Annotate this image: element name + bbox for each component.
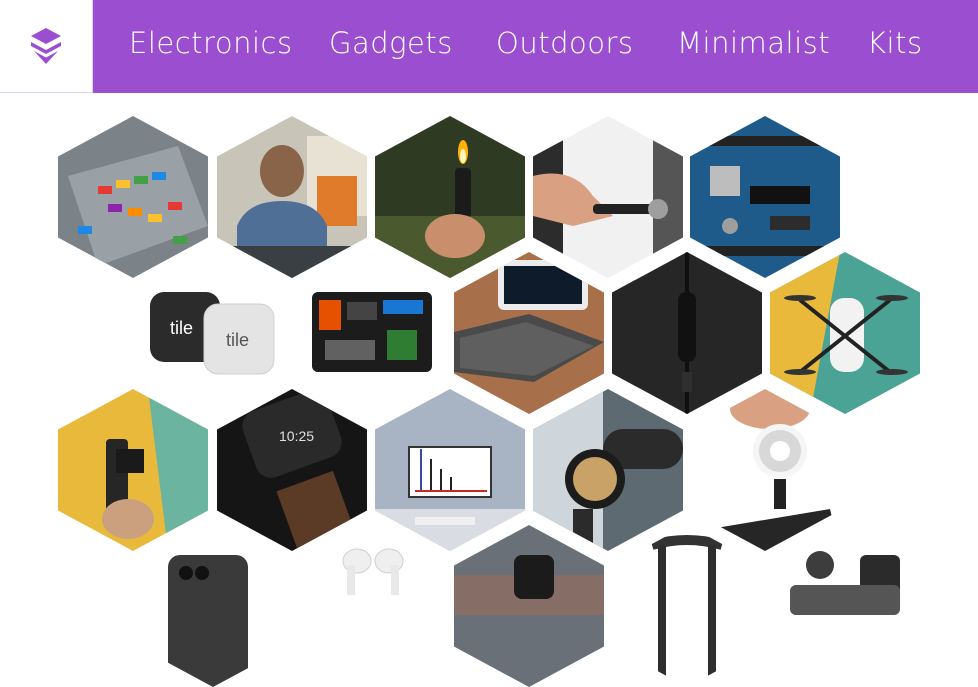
- product-tile-wireless-earbuds[interactable]: [297, 525, 447, 687]
- product-tile-wrist-smartwatch[interactable]: [454, 525, 604, 687]
- product-tile-cable-organizer[interactable]: [297, 252, 447, 414]
- foldable-keyboard-image: [454, 252, 604, 414]
- product-tile-charging-dock[interactable]: [770, 525, 920, 687]
- logo-button[interactable]: [0, 0, 93, 93]
- product-tile-foldable-keyboard[interactable]: [454, 252, 604, 414]
- product-tile-lego-building-plate[interactable]: [58, 116, 208, 278]
- layered-stack-icon: [31, 28, 61, 64]
- earbuds-image: [297, 525, 447, 687]
- bike-bell-image: [533, 389, 683, 551]
- wrist-smartwatch-image: [454, 525, 604, 687]
- product-tile-bus-passenger-headphones[interactable]: [217, 116, 367, 278]
- product-tile-pocket-gimbal-camera[interactable]: [58, 389, 208, 551]
- smartwatch-band-image: 10:25: [217, 389, 367, 551]
- top-navigation-bar: Electronics Gadgets Outdoors Minimalist …: [0, 0, 978, 93]
- product-tile-ring-light[interactable]: [690, 389, 840, 551]
- lego-plate-image: [58, 116, 208, 278]
- product-tile-bike-bell[interactable]: [533, 389, 683, 551]
- nav-link-minimalist[interactable]: Minimalist: [677, 26, 830, 60]
- nav-link-gadgets[interactable]: Gadgets: [329, 26, 453, 60]
- tile-trackers-image: tile tile: [138, 252, 288, 414]
- mini-lighter-image: [375, 116, 525, 278]
- lanyard-image: [612, 525, 762, 687]
- product-tile-mini-lighter[interactable]: [375, 116, 525, 278]
- product-tile-arduino-board[interactable]: [690, 116, 840, 278]
- mini-drone-image: [770, 252, 920, 414]
- gimbal-camera-image: [58, 389, 208, 551]
- braided-cable-image: [612, 252, 762, 414]
- cable-organizer-image: [297, 252, 447, 414]
- product-tile-keychain-flashlight[interactable]: [533, 116, 683, 278]
- product-tile-braided-lanyard[interactable]: [612, 525, 762, 687]
- watch-time-label: 10:25: [279, 428, 314, 444]
- product-tile-smartphone[interactable]: [138, 525, 288, 687]
- product-tile-mini-drone[interactable]: [770, 252, 920, 414]
- tile-back-label: tile: [226, 330, 249, 350]
- charging-dock-image: [770, 525, 920, 687]
- product-tile-desk-monitor[interactable]: [375, 389, 525, 551]
- nav-link-kits[interactable]: Kits: [867, 26, 923, 60]
- keychain-image: [533, 116, 683, 278]
- smartphone-image: [138, 525, 288, 687]
- product-tile-tile-trackers[interactable]: tile tile: [138, 252, 288, 414]
- nav-link-electronics[interactable]: Electronics: [129, 26, 293, 60]
- desk-monitor-image: [375, 389, 525, 551]
- product-tile-braided-cable[interactable]: [612, 252, 762, 414]
- category-nav: Electronics Gadgets Outdoors Minimalist …: [93, 0, 978, 93]
- bus-passenger-image: [217, 116, 367, 278]
- product-tile-smartwatch-leather-band[interactable]: 10:25: [217, 389, 367, 551]
- tile-front-label: tile: [170, 318, 193, 338]
- arduino-board-image: [690, 116, 840, 278]
- ring-light-image: [690, 389, 840, 551]
- nav-link-outdoors[interactable]: Outdoors: [496, 26, 634, 60]
